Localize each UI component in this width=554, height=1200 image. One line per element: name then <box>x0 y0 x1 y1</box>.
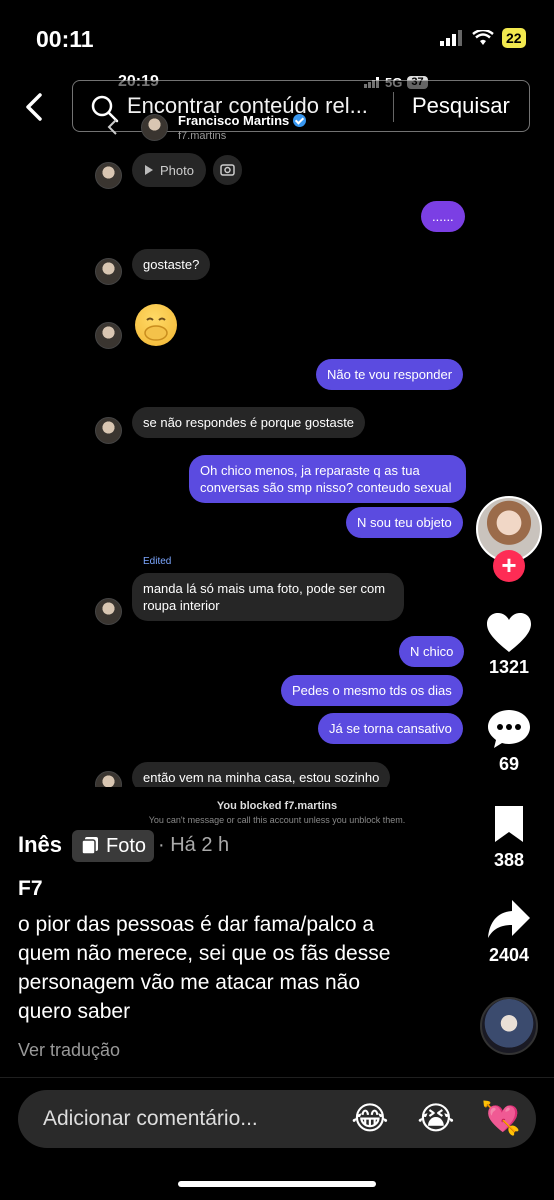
edited-label: Edited <box>143 556 172 567</box>
music-disc-avatar[interactable] <box>480 997 538 1055</box>
crying-emoji-button[interactable]: 😭 <box>416 1098 456 1138</box>
hand-over-mouth-emoji <box>135 304 177 346</box>
photo-type-badge: Foto <box>72 830 155 862</box>
verified-icon <box>293 114 307 127</box>
chat-avatar <box>95 322 122 349</box>
chat-bubble-sent: Oh chico menos, ja reparaste q as tua co… <box>189 455 466 503</box>
heart-icon[interactable] <box>486 612 532 654</box>
see-translation-link[interactable]: Ver tradução <box>18 1040 120 1061</box>
chat-avatar <box>95 417 122 444</box>
chat-bubble-received: se não respondes é porque gostaste <box>132 407 366 438</box>
chat-cutoff <box>90 787 490 801</box>
chat-bubble-sent: N chico <box>399 636 465 667</box>
back-arrow-icon[interactable] <box>22 92 46 122</box>
chat-bubble-sent: N sou teu objeto <box>346 507 463 538</box>
status-icons: 22 <box>440 28 526 48</box>
photo-stack-icon <box>81 837 98 855</box>
chat-bubble-sent: Já se torna cansativo <box>318 713 463 744</box>
play-icon <box>145 165 153 175</box>
comment-input[interactable]: Adicionar comentário... <box>43 1107 258 1131</box>
status-time: 00:11 <box>36 26 94 52</box>
post-author[interactable]: Inês <box>18 832 62 858</box>
chat-bubble-sent: ...... <box>421 201 465 232</box>
search-button[interactable]: Pesquisar <box>412 93 510 119</box>
blocked-notice-subtitle: You can't message or call this account u… <box>148 815 406 825</box>
post-caption: o pior das pessoas é dar fama/palco a qu… <box>18 913 391 1023</box>
comment-count: 69 <box>498 754 520 774</box>
share-count: 2404 <box>488 945 530 965</box>
camera-icon <box>220 164 235 176</box>
battery-indicator: 22 <box>502 28 526 48</box>
share-icon[interactable] <box>486 898 532 940</box>
like-count: 1321 <box>488 657 530 677</box>
blocked-notice-title: You blocked f7.martins <box>216 800 338 812</box>
inner-contact-name: Francisco Martins <box>178 113 290 128</box>
bookmark-icon[interactable] <box>492 805 526 843</box>
photo-message: Photo <box>132 153 206 187</box>
photo-label: Photo <box>160 162 194 178</box>
inner-contact-name-row: Francisco Martins <box>178 113 307 128</box>
chat-bubble-received: gostaste? <box>132 249 211 280</box>
save-count: 388 <box>493 850 525 870</box>
divider <box>0 1077 554 1078</box>
wifi-icon <box>472 30 494 45</box>
post-title: F7 <box>18 877 43 900</box>
search-divider <box>393 92 394 122</box>
photo-type-label: Foto <box>106 834 147 857</box>
chat-bubble-sent: Pedes o mesmo tds os dias <box>281 675 463 706</box>
inner-contact-avatar <box>141 114 168 141</box>
chat-avatar <box>95 598 122 625</box>
camera-message <box>213 155 242 185</box>
comment-icon[interactable] <box>486 708 532 750</box>
signal-icon <box>440 30 462 46</box>
home-indicator <box>178 1181 376 1187</box>
heart-arrow-emoji-button[interactable]: 💘 <box>481 1098 521 1138</box>
chat-avatar <box>95 258 122 285</box>
laughing-emoji-button[interactable]: 😂 <box>350 1098 390 1138</box>
chat-bubble-received: manda lá só mais uma foto, pode ser com … <box>132 573 404 621</box>
follow-button[interactable]: + <box>493 550 525 582</box>
inner-contact-handle: f7.martins <box>178 130 227 142</box>
chat-bubble-sent: Não te vou responder <box>316 359 464 390</box>
chat-avatar <box>95 162 122 189</box>
inner-back-icon <box>107 119 117 135</box>
post-time: · Há 2 h <box>158 834 230 856</box>
